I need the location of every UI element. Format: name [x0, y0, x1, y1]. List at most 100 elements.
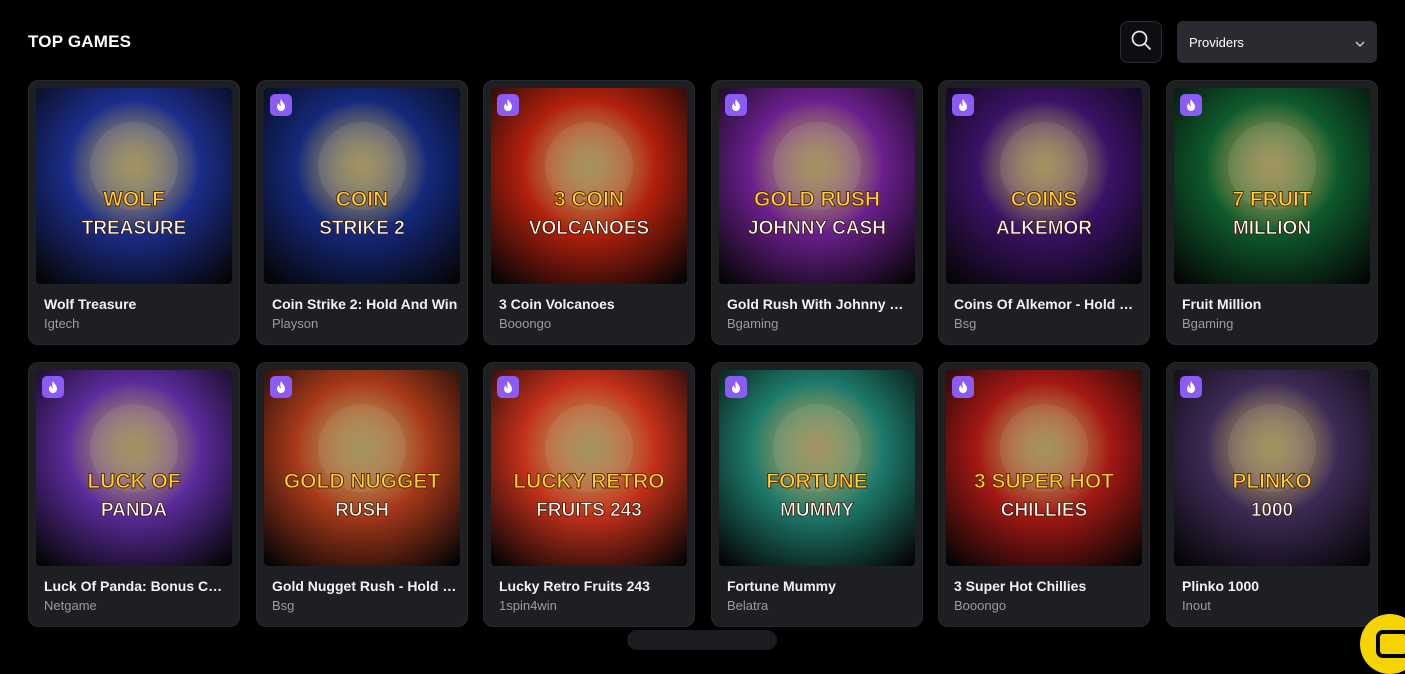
hot-badge	[270, 94, 292, 116]
game-provider: Booongo	[954, 598, 1007, 613]
flame-icon	[502, 98, 514, 112]
hot-badge	[952, 376, 974, 398]
game-provider: Belatra	[727, 598, 769, 613]
game-card[interactable]: LUCKY RETRO FRUITS 243 Lucky Retro Fruits …	[483, 362, 695, 627]
art-title-line1: 7 FRUIT	[1232, 188, 1312, 211]
hot-badge	[270, 376, 292, 398]
game-name[interactable]: Coin Strike 2: Hold And Win	[272, 296, 458, 312]
flame-icon	[502, 380, 514, 394]
game-thumbnail[interactable]: LUCK OF PANDA	[36, 370, 232, 566]
game-thumbnail[interactable]: PLINKO 1000	[1174, 370, 1370, 566]
game-name[interactable]: Wolf Treasure	[44, 296, 230, 312]
art-title-line2: CHILLIES	[1001, 500, 1088, 521]
art-title-line1: 3 SUPER HOT	[974, 470, 1114, 493]
game-provider: 1spin4win	[499, 598, 557, 613]
providers-dropdown[interactable]: Providers	[1177, 21, 1377, 63]
art-title-line1: FORTUNE	[766, 470, 868, 493]
hot-badge	[725, 94, 747, 116]
art-title-line2: 1000	[1251, 500, 1293, 521]
game-name[interactable]: Fruit Million	[1182, 296, 1368, 312]
game-name[interactable]: Luck Of Panda: Bonus Combo	[44, 578, 230, 594]
flame-icon	[1185, 380, 1197, 394]
game-card[interactable]: GOLD NUGGET RUSH Gold Nugget Rush - Hold &…	[256, 362, 468, 627]
art-title-line1: COINS	[1011, 188, 1078, 211]
game-name[interactable]: Coins Of Alkemor - Hold & Win	[954, 296, 1140, 312]
game-name[interactable]: Fortune Mummy	[727, 578, 913, 594]
art-title-line1: WOLF	[103, 188, 165, 211]
game-provider: Igtech	[44, 316, 80, 331]
art-title-line2: FRUITS 243	[536, 500, 642, 521]
flame-icon	[730, 98, 742, 112]
game-thumbnail[interactable]: GOLD RUSH JOHNNY CASH	[719, 88, 915, 284]
game-provider: Playson	[272, 316, 319, 331]
game-thumbnail[interactable]: LUCKY RETRO FRUITS 243	[491, 370, 687, 566]
game-thumbnail[interactable]: COIN STRIKE 2	[264, 88, 460, 284]
providers-dropdown-label: Providers	[1189, 34, 1244, 50]
art-title-line1: 3 COIN	[554, 188, 624, 211]
art-title-line1: GOLD RUSH	[754, 188, 880, 211]
flame-icon	[275, 380, 287, 394]
flame-icon	[957, 98, 969, 112]
hot-badge	[725, 376, 747, 398]
chevron-down-icon	[1355, 35, 1365, 50]
game-thumbnail[interactable]: COINS ALKEMOR	[946, 88, 1142, 284]
art-title-line1: LUCKY RETRO	[513, 470, 664, 493]
game-provider: Bsg	[954, 316, 977, 331]
hot-badge	[497, 376, 519, 398]
game-thumbnail[interactable]: 3 SUPER HOT CHILLIES	[946, 370, 1142, 566]
game-card[interactable]: COIN STRIKE 2 Coin Strike 2: Hold And Win P…	[256, 80, 468, 345]
game-card[interactable]: 3 SUPER HOT CHILLIES 3 Super Hot Chillies B…	[938, 362, 1150, 627]
header: TOP GAMES Providers	[0, 0, 1405, 80]
game-provider: Bgaming	[1182, 316, 1234, 331]
hot-badge	[1180, 376, 1202, 398]
art-title-line2: MILLION	[1233, 218, 1311, 239]
art-title-line2: PANDA	[101, 500, 167, 521]
art-title-line2: MUMMY	[780, 500, 854, 521]
game-name[interactable]: Lucky Retro Fruits 243	[499, 578, 685, 594]
art-title-line2: RUSH	[335, 500, 389, 521]
flame-icon	[47, 380, 59, 394]
section-title: TOP GAMES	[28, 32, 132, 51]
game-name[interactable]: Plinko 1000	[1182, 578, 1368, 594]
game-provider: Booongo	[499, 316, 552, 331]
chat-icon	[1376, 630, 1405, 658]
game-provider: Bgaming	[727, 316, 779, 331]
game-card[interactable]: WOLF TREASURE Wolf Treasure Igtech	[28, 80, 240, 345]
game-provider: Inout	[1182, 598, 1211, 613]
flame-icon	[1185, 98, 1197, 112]
game-card[interactable]: COINS ALKEMOR Coins Of Alkemor - Hold & Wi…	[938, 80, 1150, 345]
hot-badge	[1180, 94, 1202, 116]
game-thumbnail[interactable]: GOLD NUGGET RUSH	[264, 370, 460, 566]
art-title-line1: COIN	[336, 188, 389, 211]
game-card[interactable]: FORTUNE MUMMY Fortune Mummy Belatra	[711, 362, 923, 627]
game-name[interactable]: Gold Rush With Johnny Cash	[727, 296, 913, 312]
flame-icon	[730, 380, 742, 394]
art-title-line1: LUCK OF	[87, 470, 180, 493]
flame-icon	[957, 380, 969, 394]
game-card[interactable]: GOLD RUSH JOHNNY CASH Gold Rush With Johnn…	[711, 80, 923, 345]
art-title-line1: GOLD NUGGET	[284, 470, 441, 493]
art-title-line2: STRIKE 2	[319, 218, 405, 239]
game-thumbnail[interactable]: 7 FRUIT MILLION	[1174, 88, 1370, 284]
bottom-pill	[627, 630, 777, 650]
game-card[interactable]: 7 FRUIT MILLION Fruit Million Bgaming	[1166, 80, 1378, 345]
game-card[interactable]: 3 COIN VOLCANOES 3 Coin Volcanoes Booongo	[483, 80, 695, 345]
game-thumbnail[interactable]: FORTUNE MUMMY	[719, 370, 915, 566]
hot-badge	[42, 376, 64, 398]
game-name[interactable]: 3 Coin Volcanoes	[499, 296, 685, 312]
search-icon	[1130, 29, 1152, 56]
art-title-line2: VOLCANOES	[529, 218, 649, 239]
hot-badge	[952, 94, 974, 116]
game-provider: Bsg	[272, 598, 295, 613]
art-title-line2: JOHNNY CASH	[748, 218, 886, 239]
art-title-line2: ALKEMOR	[996, 218, 1092, 239]
game-thumbnail[interactable]: WOLF TREASURE	[36, 88, 232, 284]
search-button[interactable]	[1120, 21, 1162, 63]
game-name[interactable]: 3 Super Hot Chillies	[954, 578, 1140, 594]
game-thumbnail[interactable]: 3 COIN VOLCANOES	[491, 88, 687, 284]
game-card[interactable]: LUCK OF PANDA Luck Of Panda: Bonus Combo Ne…	[28, 362, 240, 627]
game-card[interactable]: PLINKO 1000 Plinko 1000 Inout	[1166, 362, 1378, 627]
chat-button[interactable]	[1360, 614, 1405, 674]
game-name[interactable]: Gold Nugget Rush - Hold & Win	[272, 578, 458, 594]
flame-icon	[275, 98, 287, 112]
